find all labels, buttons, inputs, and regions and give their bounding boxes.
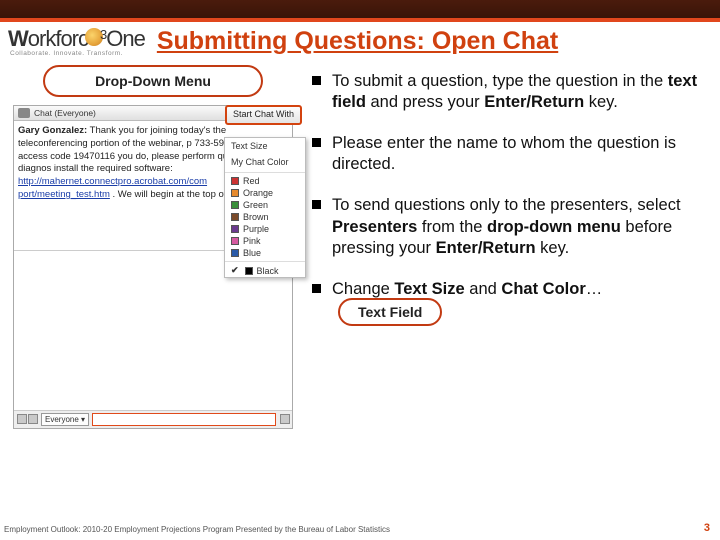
bullet-list: To submit a question, type the question … [312, 71, 708, 300]
menu-color-brown[interactable]: Brown [225, 211, 305, 223]
menu-color-purple[interactable]: Purple [225, 223, 305, 235]
content-area: Drop-Down Menu Chat (Everyone) Gary Gonz… [0, 59, 720, 429]
bullet-1: To submit a question, type the question … [312, 71, 708, 113]
context-menu: Text Size My Chat Color Red Orange Green… [224, 137, 306, 278]
menu-color-green[interactable]: Green [225, 199, 305, 211]
menu-color-black[interactable]: ✔Black [225, 264, 305, 277]
menu-separator-2 [225, 261, 305, 262]
menu-separator [225, 172, 305, 173]
dropdown-menu-label: Drop-Down Menu [43, 65, 263, 97]
slide-title: Submitting Questions: Open Chat [157, 27, 558, 56]
menu-color-blue[interactable]: Blue [225, 247, 305, 259]
chat-tool-icons [16, 414, 38, 426]
page-number: 3 [704, 522, 710, 534]
chat-input-row: Everyone ▾ [14, 411, 292, 428]
start-chat-with-button[interactable]: Start Chat With [225, 105, 302, 125]
bullet-2: Please enter the name to whom the questi… [312, 133, 708, 175]
header-row: Workforc3One Collaborate. Innovate. Tran… [0, 22, 720, 59]
footer-text: Employment Outlook: 2010-20 Employment P… [4, 525, 390, 534]
top-stripe [0, 0, 720, 22]
menu-item-text-size[interactable]: Text Size [225, 138, 305, 154]
left-column: Drop-Down Menu Chat (Everyone) Gary Gonz… [8, 65, 298, 429]
bullet-4: Change Text Size and Chat Color… [312, 279, 708, 300]
chat-header-text: Chat (Everyone) [34, 108, 96, 118]
chat-author: Gary Gonzalez: [18, 125, 87, 136]
chat-bubble-icon [18, 108, 30, 118]
menu-color-red[interactable]: Red [225, 175, 305, 187]
menu-item-chat-color[interactable]: My Chat Color [225, 154, 305, 170]
chat-text-input[interactable] [92, 413, 276, 426]
menu-color-pink[interactable]: Pink [225, 235, 305, 247]
logo-tagline: Collaborate. Innovate. Transform. [10, 50, 123, 57]
right-column: To submit a question, type the question … [298, 65, 712, 429]
text-field-label: Text Field [338, 298, 442, 326]
chat-recipient-dropdown[interactable]: Everyone ▾ [41, 413, 89, 426]
logo: Workforc3One Collaborate. Innovate. Tran… [8, 26, 145, 57]
chat-send-icon[interactable] [279, 414, 290, 426]
logo-wordmark: Workforc3One [8, 26, 145, 52]
menu-color-orange[interactable]: Orange [225, 187, 305, 199]
bullet-3: To send questions only to the presenters… [312, 195, 708, 258]
